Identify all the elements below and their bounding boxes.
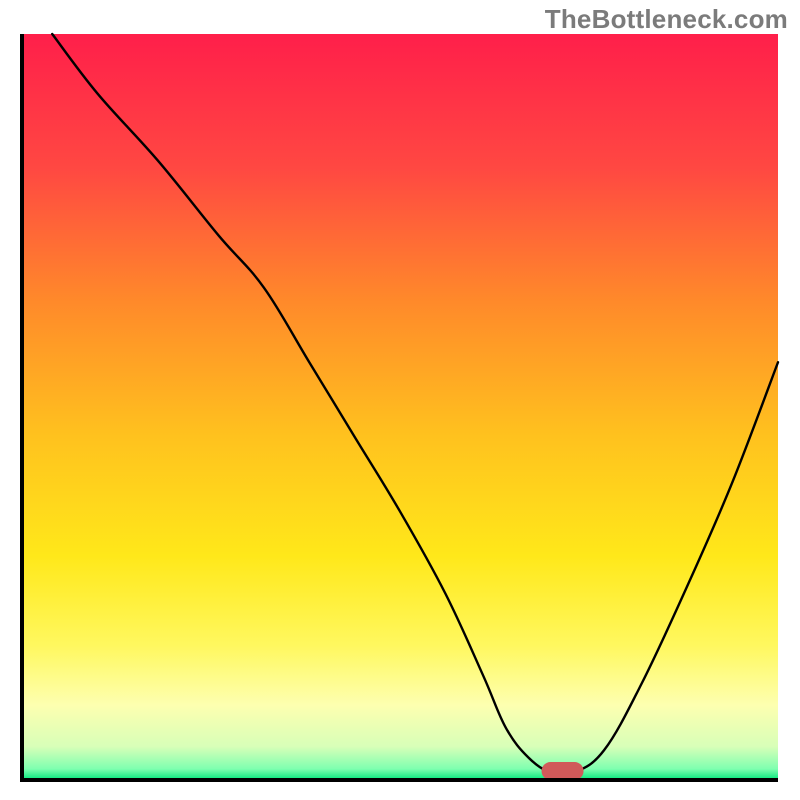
bottleneck-chart: [0, 0, 800, 800]
watermark-text: TheBottleneck.com: [545, 4, 788, 35]
optimal-marker: [542, 762, 584, 780]
chart-frame: TheBottleneck.com: [0, 0, 800, 800]
plot-background: [22, 34, 778, 780]
